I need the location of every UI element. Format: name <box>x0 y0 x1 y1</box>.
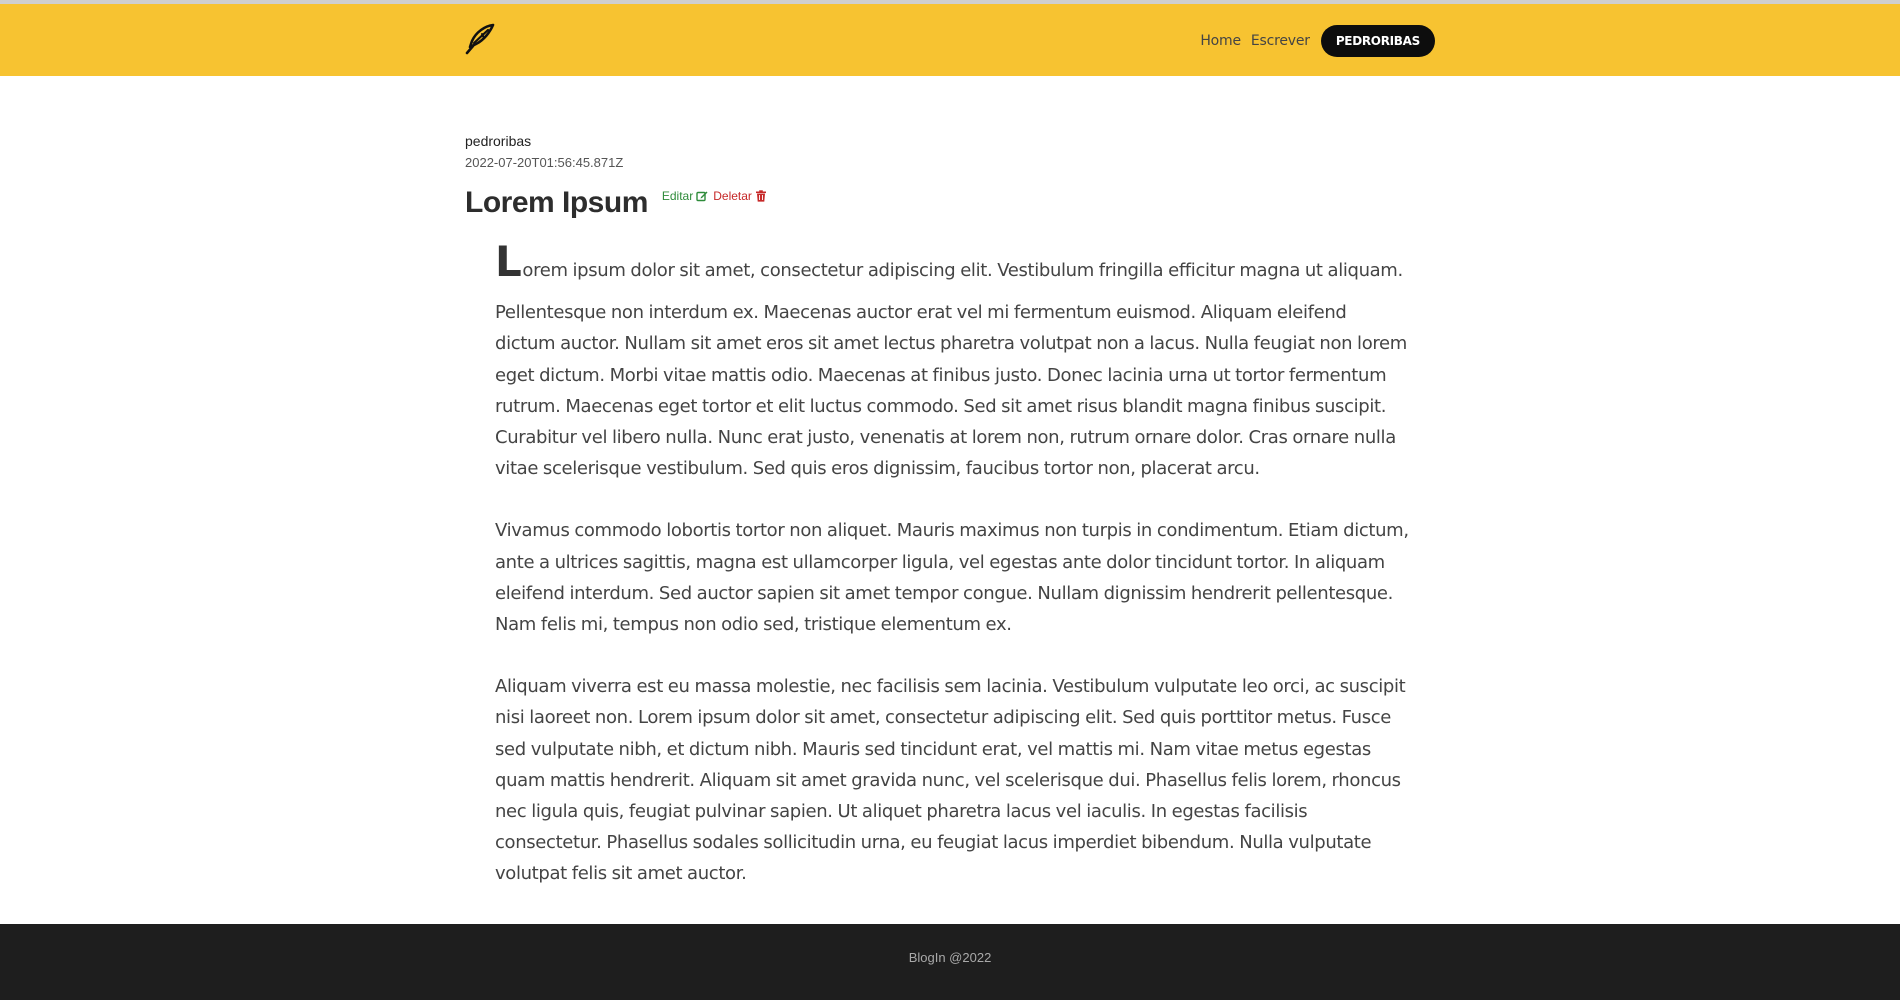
site-header: Home Escrever PEDRORIBAS <box>0 4 1900 76</box>
site-footer: BlogIn @2022 <box>0 924 1900 1000</box>
nav-write-link[interactable]: Escrever <box>1251 33 1310 49</box>
post-title: Lorem Ipsum <box>465 186 648 219</box>
post-paragraph: Pellentesque non interdum ex. Maecenas a… <box>495 302 1407 480</box>
edit-post-link[interactable]: Editar <box>662 189 708 203</box>
post-paragraph: Aliquam viverra est eu massa molestie, n… <box>495 676 1406 885</box>
post-body: Lorem ipsum dolor sit amet, consectetur … <box>495 241 1410 921</box>
footer-copyright: BlogIn @2022 <box>908 949 992 965</box>
post-author: pedroribas <box>465 133 532 149</box>
first-line-text: orem ipsum dolor sit amet, consectetur a… <box>522 260 1403 281</box>
post-paragraph: Vivamus commodo lobortis tortor non aliq… <box>495 520 1409 636</box>
nav-home-link[interactable]: Home <box>1200 33 1241 49</box>
post-first-line: Lorem ipsum dolor sit amet, consectetur … <box>495 241 1410 286</box>
post-actions: Editar Deletar <box>662 189 767 203</box>
delete-label: Deletar <box>713 189 752 203</box>
feather-pen-icon[interactable] <box>463 22 497 56</box>
trash-icon <box>755 190 766 202</box>
main-nav: Home Escrever PEDRORIBAS <box>1190 25 1435 57</box>
post-title-row: Lorem Ipsum Editar Deletar <box>465 186 767 220</box>
edit-icon <box>696 191 708 202</box>
user-menu-button[interactable]: PEDRORIBAS <box>1320 25 1435 57</box>
edit-label: Editar <box>661 189 694 203</box>
delete-post-link[interactable]: Deletar <box>713 189 767 203</box>
drop-cap: L <box>495 237 522 286</box>
post-date: 2022-07-20T01:56:45.871Z <box>465 155 624 170</box>
